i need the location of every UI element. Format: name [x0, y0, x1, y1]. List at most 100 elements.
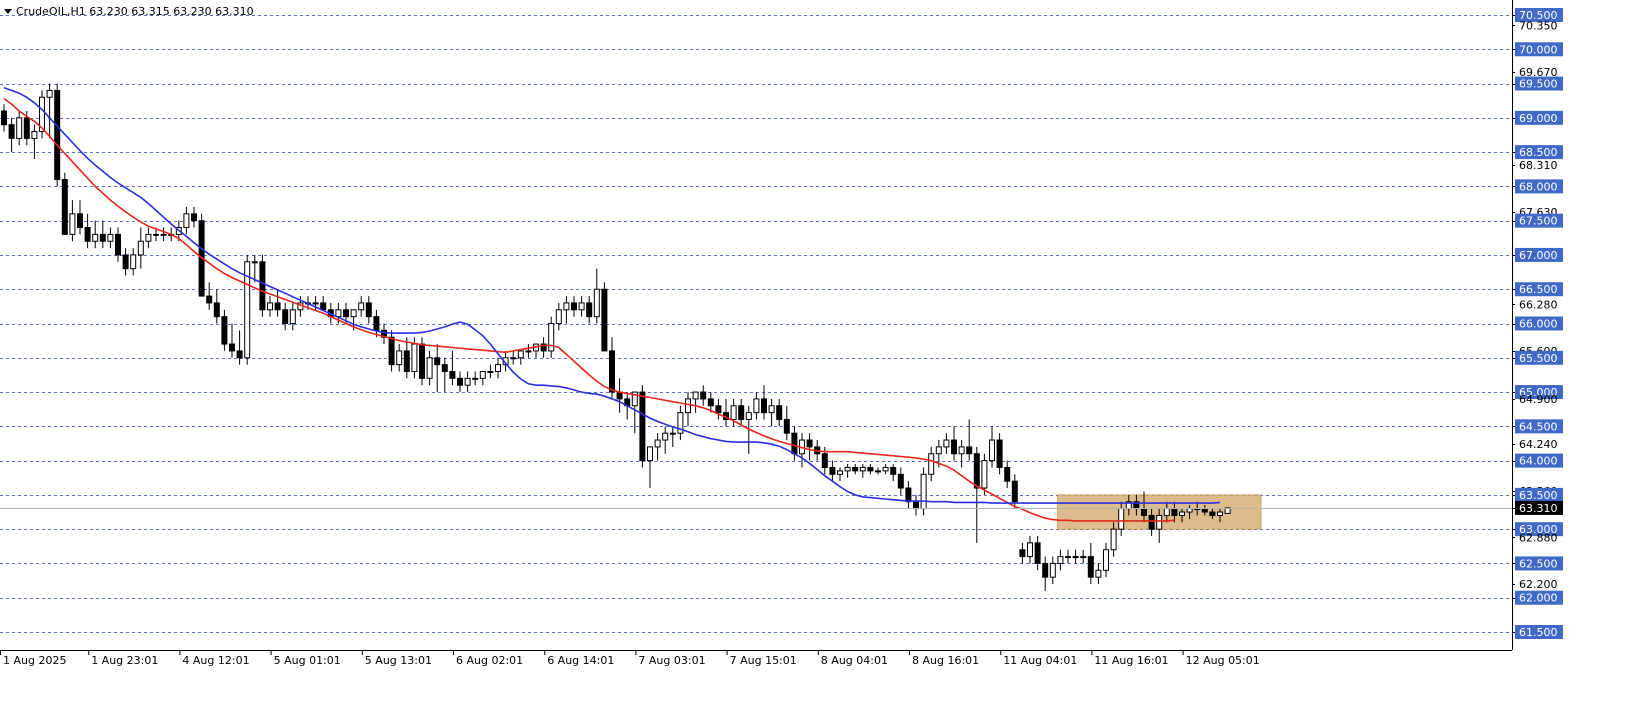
candle-body-bear [206, 295, 213, 304]
candle-body-bear [1201, 508, 1208, 513]
candle-body-bear [738, 405, 745, 420]
candle-body-bull [555, 309, 562, 324]
candle-body-bull [662, 432, 669, 441]
candle-body-bear [122, 254, 129, 270]
candle-body-bull [16, 117, 23, 139]
candle-body-bear [343, 309, 349, 318]
time-tick-label: 4 Aug 12:01 [182, 654, 249, 667]
time-tick-label: 8 Aug 16:01 [912, 654, 979, 667]
candle-body-bear [776, 405, 783, 420]
price-level-label: 65.500 [1519, 352, 1558, 365]
price-level-label: 62.500 [1519, 557, 1558, 570]
candle-body-bear [77, 213, 83, 229]
time-tick-label: 11 Aug 16:01 [1094, 654, 1168, 667]
candle-body-bull [578, 302, 585, 311]
candle-body-bull [312, 302, 319, 305]
candle-body-bull [1095, 569, 1102, 578]
candle-body-bear [213, 302, 220, 318]
candle-body-bull [920, 473, 927, 510]
candle-body-bear [99, 233, 106, 242]
candle-body-bear [449, 370, 456, 379]
candle-body-bull [669, 432, 676, 435]
candle-body-bull [183, 213, 190, 229]
candle-body-bull [517, 350, 524, 359]
candle-body-bear [715, 405, 722, 414]
candle-body-bear [61, 179, 68, 235]
candle-body-bear [1171, 508, 1178, 516]
candle-body-bull [350, 309, 357, 318]
candle-body-bull [989, 439, 995, 462]
candle-body-bear [221, 316, 228, 345]
price-level-label: 64.000 [1519, 455, 1558, 468]
candle-body-bear [457, 377, 463, 386]
candle-body-bull [525, 350, 532, 353]
candle-body-bear [996, 439, 1003, 468]
candle-body-bear [829, 466, 836, 475]
candle-body-bull [563, 302, 570, 311]
time-tick-label: 6 Aug 14:01 [547, 654, 614, 667]
price-level-label: 64.500 [1519, 420, 1558, 433]
candle-body-bear [434, 357, 441, 366]
candle-body-bull [464, 377, 471, 386]
time-tick-label: 12 Aug 05:01 [1186, 654, 1260, 667]
candle-body-bear [586, 302, 593, 318]
candle-body-bear [1087, 556, 1094, 578]
candle-body-bear [403, 350, 410, 372]
candle-body-bear [791, 432, 798, 455]
price-tick-label: 62.880 [1519, 531, 1558, 544]
candle-body-bear [191, 213, 197, 222]
price-chart[interactable]: 70.500 70.350 70.000 69.670 69.500 69.000 68.5… [0, 0, 1651, 705]
candle-body-bear [867, 466, 874, 472]
time-tick-label: 6 Aug 02:01 [456, 654, 523, 667]
candle-body-bull [92, 233, 99, 242]
price-level-label: 69.500 [1519, 78, 1558, 91]
candle-body-bull [411, 343, 418, 372]
candle-body-bull [69, 213, 76, 235]
candle-body-bear [84, 227, 91, 242]
candle-body-bull [1118, 508, 1125, 530]
candle-body-bear [282, 309, 289, 324]
chart-canvas[interactable]: 70.50070.35070.00069.67069.50069.00068.5… [0, 0, 1651, 705]
candle-body-bear [8, 124, 15, 139]
candle-body-bear [821, 453, 828, 468]
candle-body-bull [510, 357, 517, 360]
candle-body-bear [1011, 480, 1018, 503]
candle-body-bear [441, 364, 448, 372]
time-tick-label: 11 Aug 04:01 [1003, 654, 1077, 667]
time-tick-label: 7 Aug 03:01 [638, 654, 705, 667]
candle-body-bull [1110, 528, 1117, 551]
chart-header: CrudeOIL,H1 63.230 63.315 63.230 63.310 [4, 5, 254, 18]
candle-body-bear [259, 261, 266, 311]
candle-body-bull [153, 233, 159, 236]
price-level-label: 70.000 [1519, 43, 1558, 56]
candle-body-bull [251, 261, 258, 264]
candle-body-bull [548, 323, 555, 352]
candle-body-bull [160, 233, 167, 236]
candle-body-bear [229, 343, 235, 352]
time-tick-label: 5 Aug 01:01 [274, 654, 341, 667]
price-tick-label: 68.310 [1519, 159, 1558, 172]
candle-body-bull [1156, 514, 1163, 530]
time-tick-label: 7 Aug 15:01 [730, 654, 797, 667]
symbol-ohlc-line: CrudeOIL,H1 63.230 63.315 63.230 63.310 [16, 5, 254, 18]
price-level-label: 67.500 [1519, 215, 1558, 228]
candle-body-bull [130, 254, 137, 270]
candle-body-bear [115, 233, 121, 256]
candle-body-bear [806, 439, 813, 448]
price-level-label: 66.000 [1519, 318, 1558, 331]
candle-body-bull [358, 302, 365, 311]
price-level-label: 61.500 [1519, 626, 1558, 639]
candle-body-bull [768, 405, 775, 414]
candle-body-bear [783, 418, 790, 434]
candle-body-bear [23, 117, 30, 139]
candle-body-bull [267, 302, 273, 311]
time-tick-label: 5 Aug 13:01 [365, 654, 432, 667]
candle-body-bull [396, 350, 403, 366]
candle-body-bear [54, 89, 61, 181]
price-level-label: 63.500 [1519, 489, 1558, 502]
candle-body-bull [426, 357, 433, 379]
candle-body-bear [419, 343, 425, 379]
candle-body-bull [928, 453, 935, 475]
price-tick-label: 70.350 [1519, 19, 1558, 32]
candle-body-bull [837, 470, 843, 475]
